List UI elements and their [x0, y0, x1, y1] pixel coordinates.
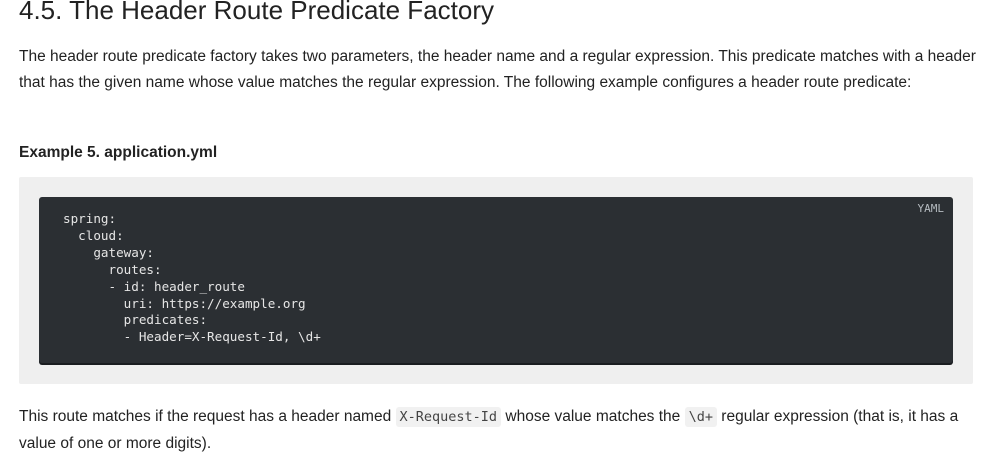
outro-paragraph: This route matches if the request has a … [19, 404, 977, 456]
language-label: YAML [917, 202, 945, 215]
code-line: routes: [63, 261, 162, 277]
section-heading: 4.5. The Header Route Predicate Factory [19, 0, 494, 25]
code-line: uri: https://example.org [63, 295, 306, 311]
outro-text-1: This route matches if the request has a … [19, 408, 396, 425]
code-line: gateway: [63, 244, 154, 260]
code-line: - Header=X-Request-Id, \d+ [63, 329, 321, 345]
intro-paragraph: The header route predicate factory takes… [19, 48, 976, 91]
example-title: Example 5. application.yml [19, 144, 218, 161]
code-line: - id: header_route [63, 278, 245, 294]
code-line: predicates: [63, 312, 208, 328]
outro-text-2: whose value matches the [501, 408, 685, 425]
code-block[interactable]: YAML spring: cloud: gateway: routes: - i… [39, 197, 953, 363]
inline-code-regex: \d+ [684, 407, 717, 427]
code-line: cloud: [63, 227, 124, 243]
example-block: YAML spring: cloud: gateway: routes: - i… [19, 177, 973, 384]
inline-code-header-name: X-Request-Id [395, 407, 502, 427]
code-lines[interactable]: spring: cloud: gateway: routes: - id: he… [63, 211, 321, 346]
code-line: spring: [63, 211, 117, 226]
